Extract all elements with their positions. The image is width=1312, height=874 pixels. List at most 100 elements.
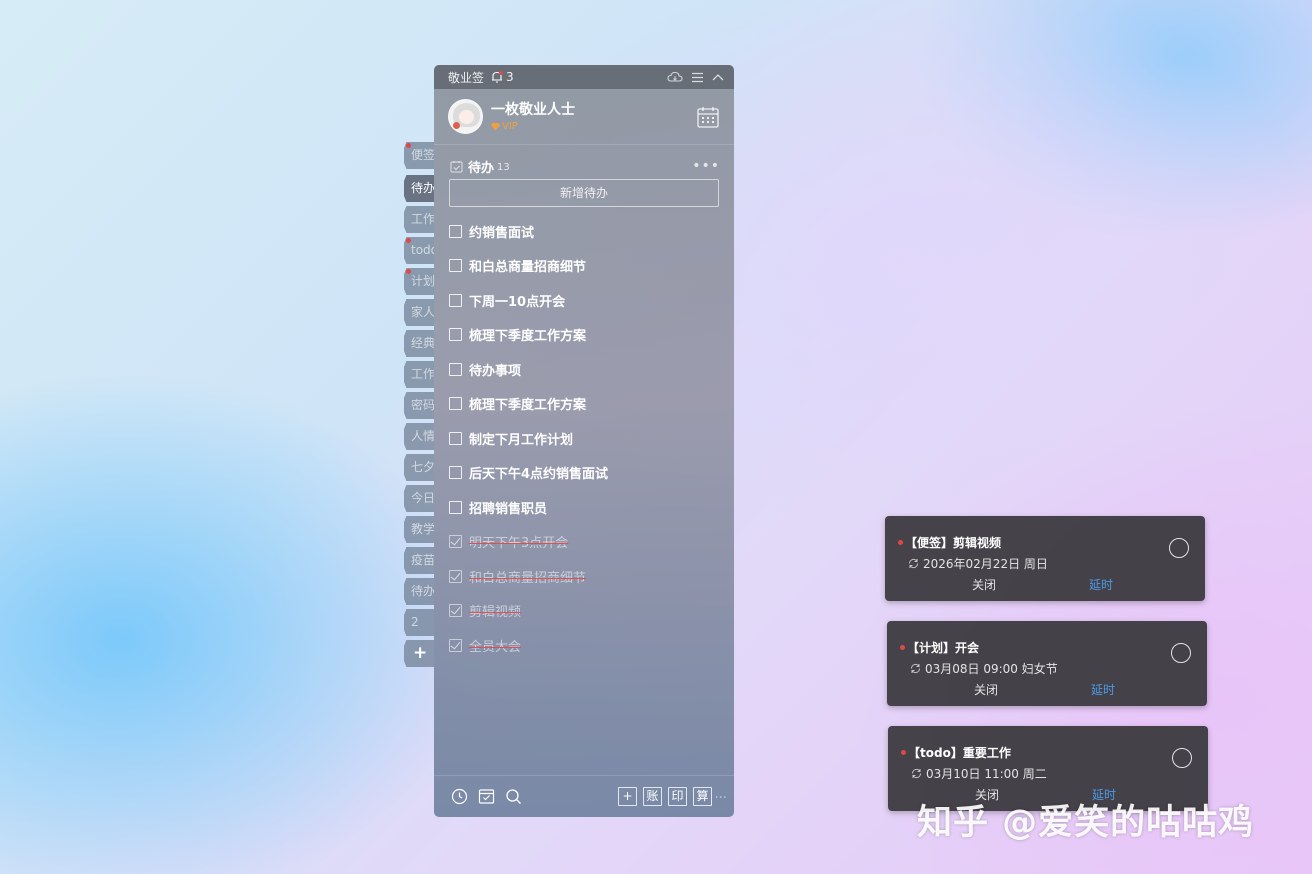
account-book-button[interactable]: 账: [643, 787, 662, 806]
close-button[interactable]: 关闭: [972, 576, 996, 593]
category-tab[interactable]: 2: [404, 609, 434, 636]
list-title: 待办: [468, 160, 495, 176]
notification-time: 03月10日 11:00 周二: [910, 765, 1047, 782]
todo-text: 梳理下季度工作方案: [469, 329, 587, 345]
todo-checkbox-checked[interactable]: [449, 604, 462, 618]
notification-time-text: 03月08日 09:00 妇女节: [925, 662, 1058, 676]
todo-checkbox-checked[interactable]: [449, 569, 462, 583]
collapse-chevron-up-icon[interactable]: [712, 73, 724, 81]
todo-text: 约销售面试: [469, 225, 535, 241]
notification-title: 【计划】开会: [907, 641, 980, 655]
category-tab[interactable]: 教学: [404, 516, 434, 543]
todo-item[interactable]: 梳理下季度工作方案: [434, 387, 734, 422]
reminder-dot: [900, 645, 905, 650]
todo-checkbox[interactable]: [449, 500, 462, 514]
category-tab[interactable]: 今日: [404, 485, 434, 512]
todo-item[interactable]: 约销售面试: [434, 214, 734, 249]
category-tab[interactable]: todo: [404, 237, 434, 264]
category-tab-label: 密码: [411, 398, 434, 412]
todo-checkbox[interactable]: [449, 466, 462, 480]
title-bar[interactable]: 敬业签 3: [434, 65, 734, 89]
complete-circle-button[interactable]: [1172, 748, 1192, 768]
todo-checkbox[interactable]: [449, 293, 462, 307]
snooze-button[interactable]: 延时: [1089, 576, 1113, 593]
todo-checkbox[interactable]: [449, 397, 462, 411]
search-icon[interactable]: [505, 788, 522, 805]
reminder-bell-icon[interactable]: [490, 70, 504, 84]
close-button[interactable]: 关闭: [974, 681, 998, 698]
category-tab[interactable]: 人情: [404, 423, 434, 450]
category-tab[interactable]: 计划: [404, 268, 434, 295]
complete-circle-button[interactable]: [1171, 643, 1191, 663]
todo-item[interactable]: 制定下月工作计划: [434, 421, 734, 456]
category-tab-label: 2: [411, 615, 419, 629]
category-tab[interactable]: 家人: [404, 299, 434, 326]
clock-icon[interactable]: [451, 788, 468, 805]
category-tab[interactable]: 密码: [404, 392, 434, 419]
todo-checkbox[interactable]: [449, 224, 462, 238]
category-tab-label: 便签: [411, 148, 434, 162]
todo-checkbox[interactable]: [449, 362, 462, 376]
todo-text: 全员大会: [469, 639, 522, 655]
todo-item[interactable]: 后天下午4点约销售面试: [434, 456, 734, 491]
diamond-icon: [491, 122, 500, 131]
print-button[interactable]: 印: [668, 787, 687, 806]
archive-check-icon[interactable]: [478, 788, 495, 805]
avatar[interactable]: [448, 99, 483, 134]
notification-time-text: 03月10日 11:00 周二: [926, 767, 1047, 781]
todo-item[interactable]: 待办事项: [434, 352, 734, 387]
notification-time: 2026年02月22日 周日: [907, 555, 1048, 572]
reminder-notification: 【便签】剪辑视频 2026年02月22日 周日 关闭 延时: [885, 516, 1205, 601]
menu-icon[interactable]: [691, 72, 704, 83]
category-tab-label: 教学: [411, 522, 434, 536]
add-category-button[interactable]: +: [404, 640, 434, 667]
category-tab[interactable]: 待办: [404, 578, 434, 605]
todo-checkbox[interactable]: [449, 431, 462, 445]
todo-checkbox-checked[interactable]: [449, 638, 462, 652]
complete-circle-button[interactable]: [1169, 538, 1189, 558]
list-count: 13: [497, 161, 510, 173]
notification-title: 【便签】剪辑视频: [905, 536, 1002, 550]
category-tab-label: 疫苗: [411, 553, 434, 567]
notification-time: 03月08日 09:00 妇女节: [909, 660, 1058, 677]
category-tab-label: todo: [411, 243, 434, 257]
category-tab[interactable]: 便签: [404, 142, 434, 169]
category-tab[interactable]: 工作: [404, 361, 434, 388]
todo-text: 招聘销售职员: [469, 501, 548, 517]
user-profile: 一枚敬业人士 VIP: [434, 89, 734, 145]
calendar-icon[interactable]: [696, 105, 720, 129]
vip-badge[interactable]: VIP: [491, 121, 575, 132]
todo-text: 和白总商量招商细节: [469, 570, 587, 586]
todo-list: 约销售面试 和白总商量招商细节 下周一10点开会 梳理下季度工作方案 待办事项 …: [434, 214, 734, 663]
category-tab-label: 待办: [411, 584, 434, 598]
unread-dot: [406, 143, 411, 148]
todo-item-completed[interactable]: 剪辑视频: [434, 594, 734, 629]
list-header: 待办 13 •••: [434, 145, 734, 177]
cloud-sync-icon[interactable]: [667, 71, 683, 83]
watermark: 知乎 @爱笑的咕咕鸡: [917, 803, 1255, 843]
reminder-dot: [901, 750, 906, 755]
add-todo-button[interactable]: 新增待办: [449, 179, 719, 207]
category-tab[interactable]: 经典: [404, 330, 434, 357]
more-vertical-icon[interactable]: ⋮: [714, 791, 728, 803]
snooze-button[interactable]: 延时: [1091, 681, 1115, 698]
todo-item[interactable]: 下周一10点开会: [434, 283, 734, 318]
todo-item[interactable]: 梳理下季度工作方案: [434, 318, 734, 353]
todo-category-icon: [450, 160, 463, 172]
notification-title: 【todo】重要工作: [908, 746, 1011, 760]
todo-item-completed[interactable]: 和白总商量招商细节: [434, 559, 734, 594]
todo-item[interactable]: 招聘销售职员: [434, 490, 734, 525]
todo-checkbox-checked[interactable]: [449, 535, 462, 549]
category-tab-active[interactable]: 待办: [404, 175, 434, 202]
category-tab[interactable]: 疫苗: [404, 547, 434, 574]
todo-checkbox[interactable]: [449, 328, 462, 342]
todo-item[interactable]: 和白总商量招商细节: [434, 249, 734, 284]
category-tab[interactable]: 七夕: [404, 454, 434, 481]
calculator-button[interactable]: 算: [693, 787, 712, 806]
todo-item-completed[interactable]: 全员大会: [434, 628, 734, 663]
todo-checkbox[interactable]: [449, 259, 462, 273]
todo-item-completed[interactable]: 明天下午3点开会: [434, 525, 734, 560]
more-options-icon[interactable]: •••: [692, 159, 720, 173]
add-note-button[interactable]: +: [618, 787, 637, 806]
category-tab[interactable]: 工作: [404, 206, 434, 233]
